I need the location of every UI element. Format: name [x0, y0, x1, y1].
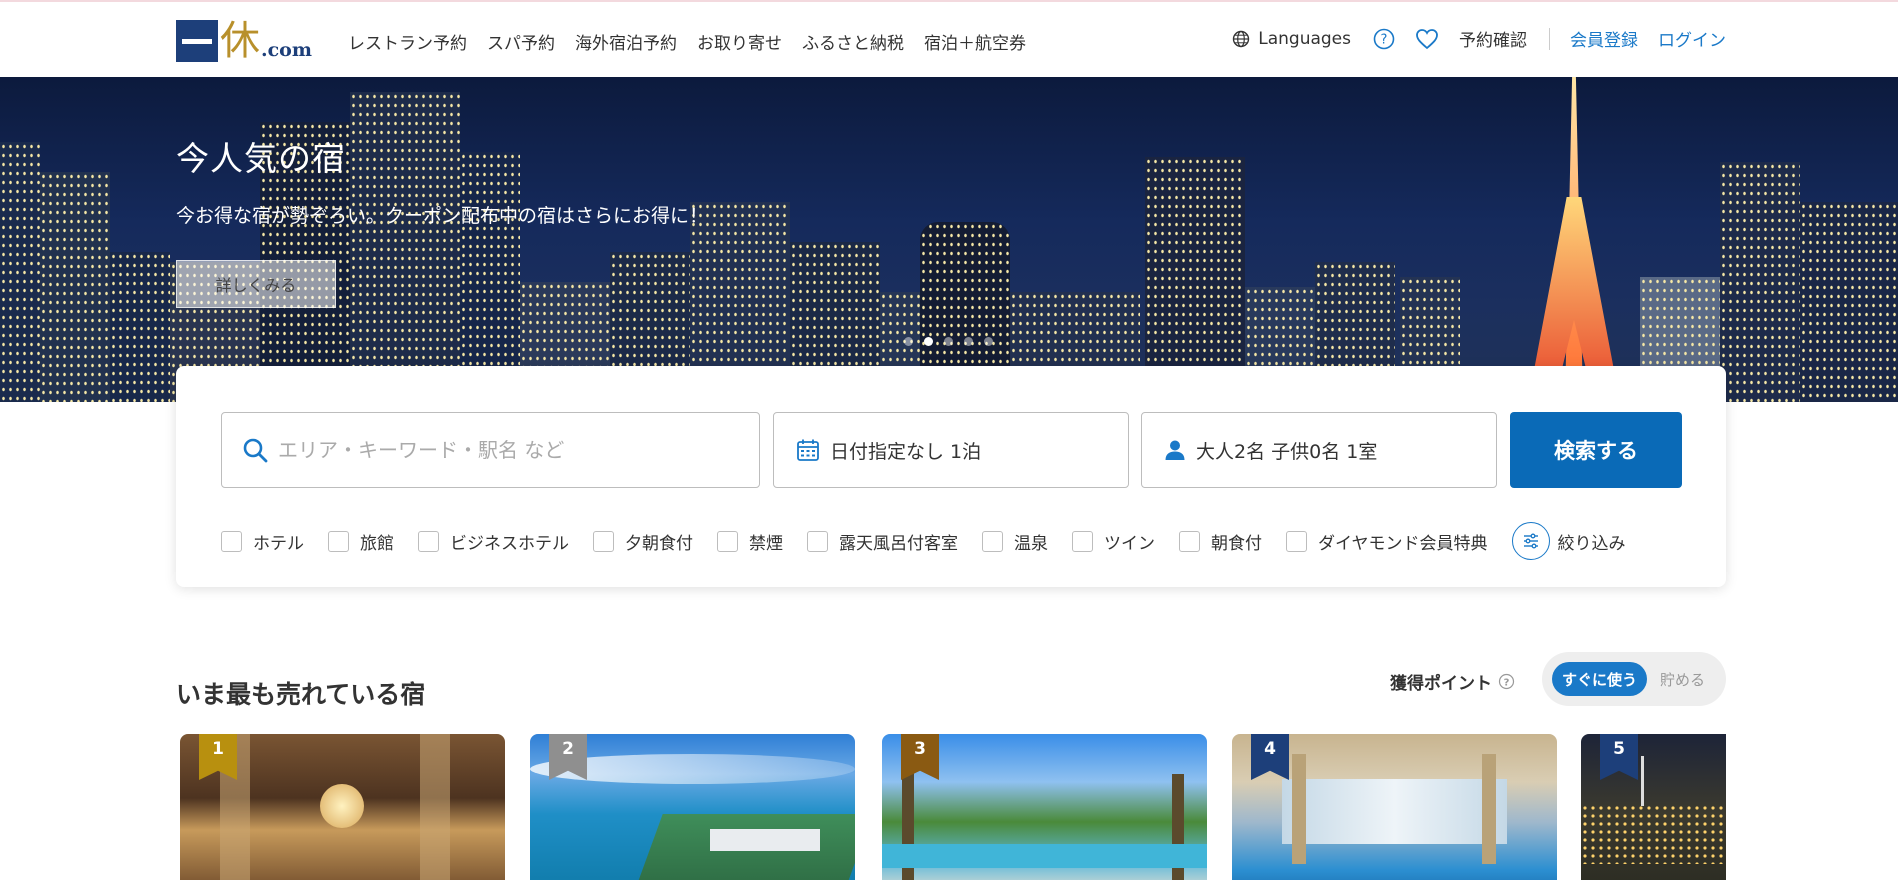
filter-checkbox[interactable] — [1072, 530, 1093, 552]
hero-details-button[interactable]: 詳しくみる — [176, 260, 336, 308]
guest-field[interactable]: 大人2名 子供0名 1室 — [1141, 412, 1497, 488]
filter-checkbox[interactable] — [221, 530, 242, 552]
nav-furusato[interactable]: ふるさと納税 — [802, 29, 904, 54]
site-header: 休 .com レストラン予約 スパ予約 海外宿泊予約 お取り寄せ ふるさと納税 … — [0, 2, 1898, 77]
filter-checkbox[interactable] — [807, 530, 828, 552]
filter-checkbox[interactable] — [593, 530, 614, 552]
hotel-card[interactable]: 5 — [1581, 734, 1726, 880]
rank-badge: 4 — [1251, 734, 1289, 780]
carousel-dot[interactable] — [984, 337, 993, 346]
filter-row: ホテル 旅館 ビジネスホテル 夕朝食付 禁煙 露天風呂付客室 温泉 ツイン 朝食… — [221, 522, 1626, 560]
filter-label: ダイヤモンド会員特典 — [1318, 533, 1488, 554]
filter-twin[interactable]: ツイン — [1072, 529, 1155, 554]
help-button[interactable]: ? — [1373, 28, 1395, 50]
nav-restaurant[interactable]: レストラン予約 — [348, 29, 467, 54]
search-button[interactable]: 検索する — [1510, 412, 1682, 488]
filter-ryokan[interactable]: 旅館 — [328, 529, 394, 554]
guest-value: 大人2名 子供0名 1室 — [1196, 440, 1378, 463]
logo-com: .com — [261, 39, 312, 61]
calendar-icon — [796, 438, 820, 462]
search-icon — [242, 437, 268, 463]
filter-onsen[interactable]: 温泉 — [982, 529, 1048, 554]
filter-label: 露天風呂付客室 — [839, 533, 958, 554]
filter-checkbox[interactable] — [1286, 530, 1307, 552]
filter-sliders-icon — [1511, 522, 1550, 560]
filter-checkbox[interactable] — [328, 530, 349, 552]
search-panel: 日付指定なし 1泊 大人2名 子供0名 1室 検索する ホテル 旅館 ビジネスホ… — [176, 366, 1726, 587]
hotel-card-carousel: 1 2 3 4 5 — [180, 734, 1726, 880]
narrow-down-button[interactable]: 絞り込み — [1511, 522, 1626, 560]
logo-kanji: 休 — [220, 18, 260, 64]
carousel-dot[interactable] — [944, 337, 953, 346]
toggle-use-now[interactable]: すぐに使う — [1552, 662, 1647, 696]
nav-hotel-flight[interactable]: 宿泊＋航空券 — [924, 29, 1026, 54]
filter-checkbox[interactable] — [1179, 530, 1200, 552]
filter-label: 温泉 — [1014, 533, 1048, 554]
help-icon: ? — [1373, 28, 1395, 49]
filter-label: ホテル — [253, 533, 304, 554]
globe-icon — [1233, 30, 1250, 47]
filter-label: 旅館 — [360, 533, 394, 554]
filter-label: ツイン — [1104, 533, 1155, 554]
filter-non-smoking[interactable]: 禁煙 — [717, 529, 783, 554]
carousel-dots — [904, 337, 993, 346]
logo-mark — [176, 20, 218, 62]
site-logo[interactable]: 休 .com — [176, 18, 318, 62]
language-selector[interactable]: Languages — [1232, 29, 1351, 49]
filter-checkbox[interactable] — [717, 530, 738, 552]
svg-text:?: ? — [1381, 32, 1388, 47]
keyword-input[interactable] — [278, 438, 698, 462]
main-nav: レストラン予約 スパ予約 海外宿泊予約 お取り寄せ ふるさと納税 宿泊＋航空券 — [348, 29, 1026, 54]
rank-badge: 5 — [1600, 734, 1638, 780]
hotel-card[interactable]: 4 — [1232, 734, 1557, 880]
filter-label: 朝食付 — [1211, 533, 1262, 554]
points-toggle[interactable]: すぐに使う 貯める — [1542, 652, 1726, 706]
language-label: Languages — [1258, 28, 1351, 49]
carousel-dot[interactable] — [924, 337, 933, 346]
hotel-card[interactable]: 3 — [882, 734, 1207, 880]
person-icon — [1164, 439, 1186, 461]
points-label: 獲得ポイント ? — [1390, 669, 1515, 694]
carousel-dot[interactable] — [964, 337, 973, 346]
keyword-field[interactable] — [221, 412, 760, 488]
rank-badge: 1 — [199, 734, 237, 780]
filter-label: 夕朝食付 — [625, 533, 693, 554]
filter-business-hotel[interactable]: ビジネスホテル — [418, 529, 569, 554]
filter-two-meals[interactable]: 夕朝食付 — [593, 529, 693, 554]
filter-label: ビジネスホテル — [450, 533, 569, 554]
hero-title: 今人気の宿 — [176, 139, 346, 178]
nav-spa[interactable]: スパ予約 — [487, 29, 555, 54]
help-icon[interactable]: ? — [1498, 673, 1515, 690]
rank-badge: 3 — [901, 734, 939, 780]
narrow-down-label: 絞り込み — [1557, 533, 1626, 554]
filter-label: 禁煙 — [749, 533, 783, 554]
hero-banner[interactable]: 今人気の宿 今お得な宿が勢ぞろい。クーポン配布中の宿はさらにお得に！ 詳しくみる — [0, 77, 1898, 402]
date-field[interactable]: 日付指定なし 1泊 — [773, 412, 1129, 488]
login-link[interactable]: ログイン — [1658, 26, 1726, 51]
heart-icon — [1416, 28, 1438, 49]
member-register-link[interactable]: 会員登録 — [1570, 26, 1638, 51]
hotel-card[interactable]: 2 — [530, 734, 855, 880]
header-actions: Languages ? 予約確認 会員登録 ログイン — [1232, 26, 1726, 51]
hotel-card[interactable]: 1 — [180, 734, 505, 880]
filter-open-air-bath-room[interactable]: 露天風呂付客室 — [807, 529, 958, 554]
carousel-dot[interactable] — [904, 337, 913, 346]
filter-diamond-member[interactable]: ダイヤモンド会員特典 — [1286, 529, 1488, 554]
nav-otoriyose[interactable]: お取り寄せ — [697, 29, 782, 54]
date-value: 日付指定なし 1泊 — [830, 440, 982, 463]
reservation-check-link[interactable]: 予約確認 — [1459, 26, 1527, 51]
filter-breakfast[interactable]: 朝食付 — [1179, 529, 1262, 554]
points-label-text: 獲得ポイント — [1390, 674, 1492, 694]
svg-text:?: ? — [1504, 677, 1510, 688]
hero-subtitle: 今お得な宿が勢ぞろい。クーポン配布中の宿はさらにお得に！ — [176, 205, 709, 227]
toggle-save[interactable]: 貯める — [1660, 662, 1705, 696]
nav-overseas[interactable]: 海外宿泊予約 — [575, 29, 677, 54]
favorites-button[interactable] — [1415, 28, 1439, 50]
filter-hotel[interactable]: ホテル — [221, 529, 304, 554]
filter-checkbox[interactable] — [982, 530, 1003, 552]
filter-checkbox[interactable] — [418, 530, 439, 552]
bestseller-section-title: いま最も売れている宿 — [176, 680, 426, 709]
header-divider — [1549, 27, 1550, 50]
